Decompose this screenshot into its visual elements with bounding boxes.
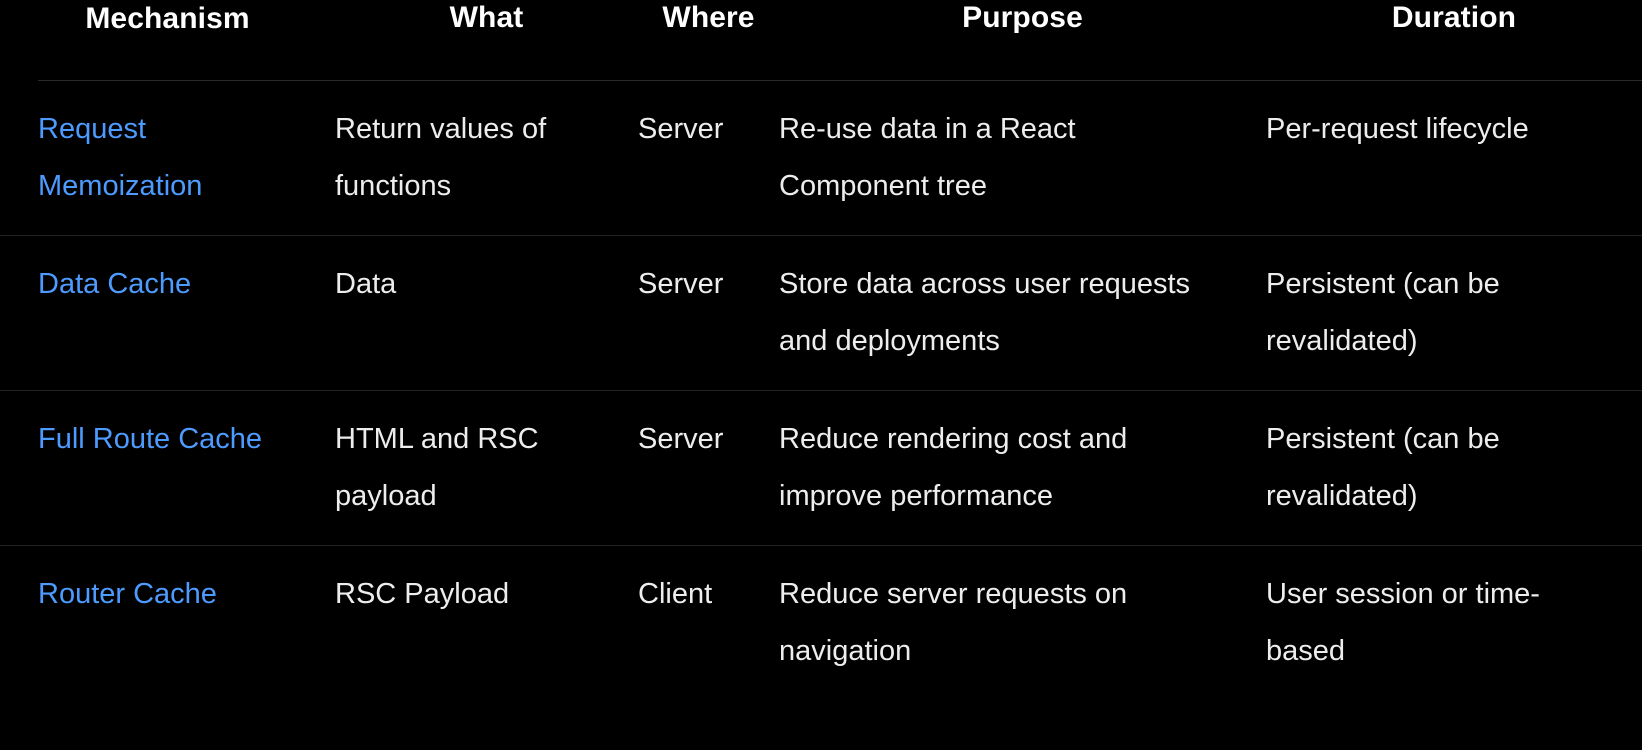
cell-where: Server — [638, 390, 779, 546]
mechanism-link-router-cache[interactable]: Router Cache — [38, 578, 217, 610]
cell-duration: Per-request lifecycle — [1266, 80, 1642, 236]
cell-duration: User session or time-based — [1266, 578, 1540, 667]
column-header-what: What — [335, 0, 638, 81]
cell-purpose: Store data across user requests and depl… — [779, 235, 1266, 391]
column-header-duration: Duration — [1266, 0, 1642, 81]
cell-mechanism: Router Cache — [0, 546, 335, 701]
table-row: Request Memoization Return values of fun… — [0, 80, 1642, 236]
caching-mechanisms-table: Mechanism What Where Purpose Duration Re… — [0, 0, 1642, 700]
cell-mechanism: Data Cache — [0, 235, 335, 391]
column-header-purpose: Purpose — [779, 0, 1266, 81]
table-header-row: Mechanism What Where Purpose Duration — [0, 0, 1642, 81]
cell-where: Server — [638, 235, 779, 391]
cell-what: RSC Payload — [335, 578, 510, 610]
cell-where: Client — [638, 578, 713, 610]
cell-purpose: Reduce rendering cost and improve perfor… — [779, 390, 1266, 546]
cell-mechanism: Request Memoization — [0, 80, 335, 236]
cell-purpose: Reduce server requests on navigation — [779, 578, 1128, 667]
cell-where: Server — [638, 80, 779, 236]
page-root: Mechanism What Where Purpose Duration Re… — [0, 0, 1642, 750]
cell-mechanism: Full Route Cache — [0, 390, 335, 546]
cell-duration: Persistent (can be revalidated) — [1266, 235, 1642, 391]
cell-what: Return values of functions — [335, 80, 638, 236]
table-header: Mechanism What Where Purpose Duration — [0, 0, 1642, 81]
cell-purpose: Re-use data in a React Component tree — [779, 80, 1266, 236]
table-row: Data Cache Data Server Store data across… — [0, 235, 1642, 391]
mechanism-link-request-memoization[interactable]: Request Memoization — [38, 113, 202, 202]
table-row: Router Cache RSC Payload Client Reduce s… — [0, 546, 1642, 701]
mechanism-link-full-route-cache[interactable]: Full Route Cache — [38, 423, 262, 455]
cell-duration: Persistent (can be revalidated) — [1266, 390, 1642, 546]
cell-what: HTML and RSC payload — [335, 390, 638, 546]
cell-what: Data — [335, 235, 638, 391]
table-body: Request Memoization Return values of fun… — [0, 80, 1642, 701]
table-row: Full Route Cache HTML and RSC payload Se… — [0, 390, 1642, 546]
column-header-mechanism: Mechanism — [0, 0, 335, 81]
column-header-where: Where — [638, 0, 779, 81]
mechanism-link-data-cache[interactable]: Data Cache — [38, 268, 191, 300]
